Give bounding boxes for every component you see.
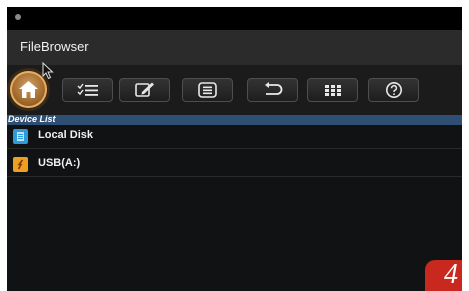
help-icon <box>386 82 402 98</box>
select-all-button[interactable] <box>62 78 113 102</box>
device-item-usb[interactable]: USB(A:) <box>7 153 462 177</box>
edit-button[interactable] <box>119 78 170 102</box>
back-button[interactable] <box>247 78 298 102</box>
list-view-button[interactable] <box>182 78 233 102</box>
device-item-label: Local Disk <box>38 129 94 141</box>
home-icon <box>19 81 38 98</box>
checklist-icon <box>77 83 98 96</box>
grid-view-button[interactable] <box>307 78 358 102</box>
page-number-badge: 4 <box>425 259 462 291</box>
title-bar: FileBrowser <box>7 30 462 65</box>
device-list-title: Device List <box>8 114 56 124</box>
mouse-pointer-icon <box>42 62 54 80</box>
status-bar <box>7 7 462 30</box>
edit-icon <box>135 82 154 97</box>
grid-icon <box>325 85 341 96</box>
status-indicator-icon <box>15 14 21 20</box>
help-button[interactable] <box>368 78 419 102</box>
toolbar <box>7 65 462 115</box>
undo-arrow-icon <box>265 82 283 95</box>
device-item-label: USB(A:) <box>38 157 81 169</box>
app-title: FileBrowser <box>20 39 89 54</box>
list-icon <box>198 82 217 98</box>
device-list-header: Device List <box>7 114 462 125</box>
disk-icon <box>13 129 28 144</box>
page-number: 4 <box>444 259 458 290</box>
usb-drive-icon <box>13 157 28 172</box>
device-screen: FileBrowser Device List Local Disk USB(A… <box>7 7 462 291</box>
device-item-local-disk[interactable]: Local Disk <box>7 125 462 149</box>
